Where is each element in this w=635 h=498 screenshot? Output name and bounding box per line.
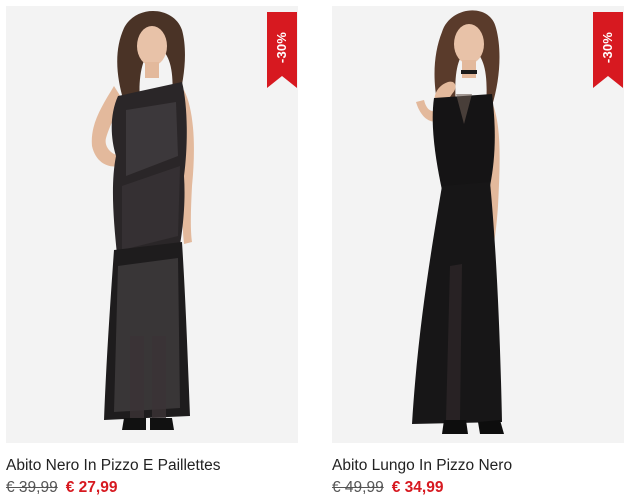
product-grid: -30% Abito Nero In Pizzo E Paillettes € … bbox=[0, 0, 635, 497]
product-title-1[interactable]: Abito Nero In Pizzo E Paillettes bbox=[6, 456, 303, 476]
price-row-1: € 39,99 € 27,99 bbox=[6, 478, 117, 498]
old-price-2: € 49,99 bbox=[332, 479, 384, 496]
new-price-1: € 27,99 bbox=[65, 479, 118, 496]
product-card-1[interactable]: -30% Abito Nero In Pizzo E Paillettes € … bbox=[0, 0, 303, 497]
product-title-2[interactable]: Abito Lungo In Pizzo Nero bbox=[332, 456, 629, 476]
product-image-2[interactable] bbox=[332, 6, 624, 443]
discount-badge-label: -30% bbox=[600, 31, 616, 63]
dress-photo-1-icon bbox=[6, 6, 298, 443]
discount-badge-1: -30% bbox=[267, 12, 297, 88]
price-row-2: € 49,99 € 34,99 bbox=[332, 478, 443, 498]
new-price-2: € 34,99 bbox=[391, 479, 444, 496]
dress-photo-2-icon bbox=[332, 6, 624, 443]
old-price-1: € 39,99 bbox=[6, 479, 58, 496]
discount-badge-label: -30% bbox=[274, 31, 290, 63]
discount-badge-2: -30% bbox=[593, 12, 623, 88]
product-card-2[interactable]: -30% Abito Lungo In Pizzo Nero € 49,99 € … bbox=[326, 0, 629, 497]
product-image-1[interactable] bbox=[6, 6, 298, 443]
